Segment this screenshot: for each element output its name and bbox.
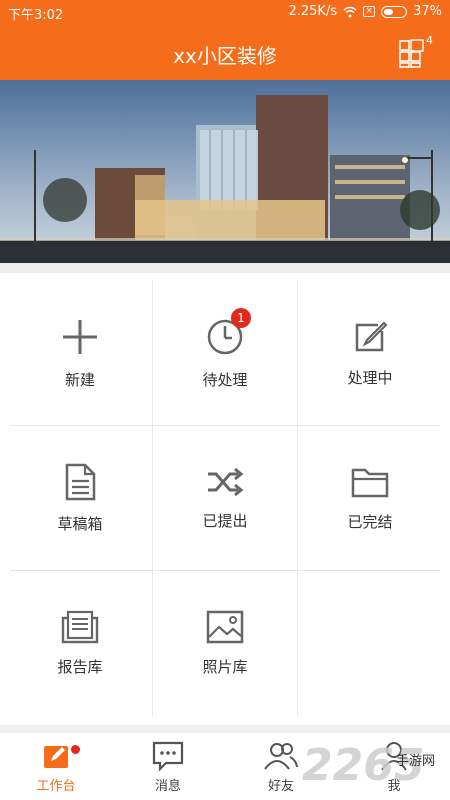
grid-item-label: 已提出 (202, 511, 248, 530)
battery-icon (381, 5, 408, 18)
status-bar: 下午3:02 2.25K/s × 37% (0, 0, 450, 24)
grid-icon (399, 39, 424, 68)
section-separator (0, 263, 450, 273)
net-speed: 2.25K/s (288, 4, 338, 19)
grid-item-label: 照片库 (202, 657, 248, 676)
building-illustration (0, 80, 450, 263)
image-icon (206, 610, 244, 643)
grid-item-submitted[interactable]: 已提出 (153, 425, 297, 571)
grid-badge: 4 (426, 34, 433, 47)
nav-label: 好友 (267, 779, 294, 794)
edit-icon (355, 320, 388, 351)
folder-icon (351, 468, 389, 497)
plus-icon (63, 319, 97, 354)
grid-item-label: 待处理 (202, 370, 248, 389)
watermark: 2265 手游网 (302, 740, 450, 800)
sim-icon: × (363, 6, 376, 17)
nav-workbench[interactable]: 工作台 (0, 733, 112, 800)
nav-separator (0, 725, 450, 733)
grid-item-new[interactable]: 新建 (8, 280, 152, 426)
grid-item-label: 草稿箱 (57, 514, 103, 533)
grid-item-drafts[interactable]: 草稿箱 (8, 425, 152, 571)
grid-item-pending[interactable]: 待处理 (153, 280, 297, 426)
shuffle-icon (208, 467, 244, 496)
pending-count-badge: 1 (231, 308, 251, 328)
notification-dot (71, 745, 80, 754)
report-icon (61, 610, 99, 643)
workbench-icon (44, 746, 68, 768)
message-icon (152, 741, 184, 771)
grid-item-reports[interactable]: 报告库 (8, 570, 152, 716)
document-icon (65, 463, 96, 500)
status-time: 下午3:02 (8, 8, 64, 23)
battery-level: 37% (413, 4, 442, 19)
nav-label: 工作台 (36, 779, 76, 794)
grid-item-photos[interactable]: 照片库 (153, 570, 297, 716)
watermark-text: 手游网 (396, 754, 436, 769)
wifi-icon (343, 6, 357, 17)
grid-item-completed[interactable]: 已完结 (298, 425, 442, 571)
status-right: 2.25K/s × 37% (288, 4, 442, 19)
grid-item-label: 已完结 (347, 512, 393, 531)
banner-image[interactable] (0, 80, 450, 263)
app-header: 下午3:02 2.25K/s × 37% xx小区装修 4 (0, 0, 450, 80)
grid-item-label: 处理中 (347, 368, 393, 387)
grid-item-processing[interactable]: 处理中 (298, 280, 442, 426)
page-title: xx小区装修 (173, 44, 277, 68)
friends-icon (264, 743, 298, 770)
nav-label: 消息 (154, 779, 181, 794)
grid-item-label: 新建 (64, 370, 95, 389)
grid-item-label: 报告库 (57, 657, 103, 676)
nav-messages[interactable]: 消息 (112, 733, 224, 800)
grid-menu-button[interactable]: 4 (398, 34, 433, 68)
